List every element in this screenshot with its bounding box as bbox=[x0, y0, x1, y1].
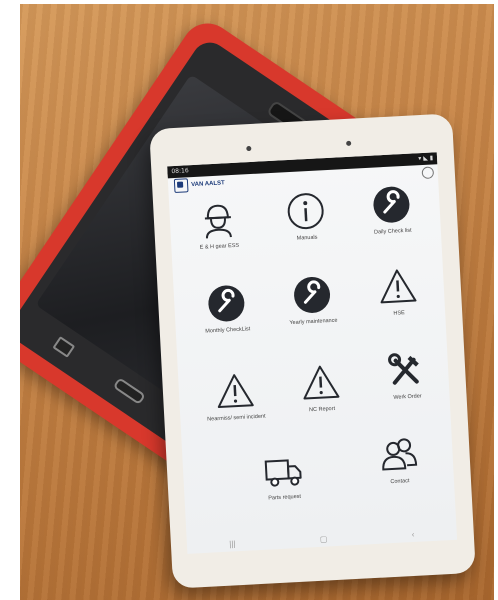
tile-werk-order[interactable]: Werk Order bbox=[365, 348, 449, 422]
wrench-icon bbox=[294, 276, 331, 313]
tile-nearmiss[interactable]: Nearmiss/ semi incident bbox=[194, 369, 278, 443]
tile-label: Yearly maintenance bbox=[289, 317, 338, 327]
tile-parts-request[interactable]: Parts request bbox=[242, 449, 326, 523]
tile-label: Contact bbox=[390, 478, 410, 486]
tile-label: NC Report bbox=[308, 405, 336, 414]
warning-icon bbox=[380, 269, 417, 304]
truck-icon bbox=[264, 459, 302, 487]
tile-manuals[interactable]: Manuals bbox=[265, 189, 349, 263]
back-button-icon[interactable]: ‹ bbox=[412, 529, 415, 538]
users-icon bbox=[382, 438, 418, 471]
tile-nc-report[interactable]: NC Report bbox=[280, 361, 364, 435]
recents-button-icon[interactable]: ||| bbox=[229, 539, 236, 548]
tile-contact[interactable]: Contact bbox=[358, 433, 442, 507]
wrench-icon bbox=[373, 186, 410, 223]
warning-icon bbox=[303, 365, 340, 400]
tile-label: Parts request bbox=[268, 493, 302, 502]
tile-label: HSE bbox=[393, 310, 405, 317]
android-nav-bar: ||| ▢ ‹ bbox=[187, 524, 457, 554]
front-camera bbox=[246, 145, 252, 152]
info-icon bbox=[287, 193, 324, 230]
tile-yearly-maintenance[interactable]: Yearly maintenance bbox=[271, 273, 355, 347]
company-logo-icon bbox=[173, 178, 189, 194]
light-sensor bbox=[346, 140, 352, 146]
status-icons: ▾ ◣ ▮ bbox=[418, 154, 434, 163]
brand-name: VAN AALST bbox=[190, 180, 225, 189]
back-tablet-home-button bbox=[112, 377, 146, 406]
tile-ehs-gear[interactable]: E & H gear ESS bbox=[177, 198, 261, 272]
tile-hse[interactable]: HSE bbox=[357, 264, 441, 338]
tile-label: Manuals bbox=[296, 234, 318, 242]
tablet-screen: 08:16 ▾ ◣ ▮ VAN AALST E & H gear ESS Man… bbox=[167, 152, 458, 554]
tile-label: Nearmiss/ semi incident bbox=[207, 413, 266, 423]
tile-label: E & H gear ESS bbox=[199, 242, 240, 251]
status-time: 08:16 bbox=[171, 167, 189, 176]
tile-monthly-checklist[interactable]: Monthly CheckList bbox=[185, 281, 269, 355]
photo-background: 08:16 ▾ ◣ ▮ VAN AALST E & H gear ESS Man… bbox=[20, 4, 494, 600]
tile-label: Monthly CheckList bbox=[205, 326, 251, 335]
tile-label: Werk Order bbox=[393, 393, 422, 401]
warning-icon bbox=[217, 374, 254, 408]
home-button-icon[interactable]: ▢ bbox=[320, 534, 328, 543]
tools-icon bbox=[388, 353, 419, 385]
wrench-icon bbox=[208, 285, 245, 322]
app-grid: E & H gear ESS Manuals Daily Check list … bbox=[169, 180, 456, 524]
back-tablet-button-left bbox=[52, 336, 76, 358]
tile-label: Daily Check list bbox=[373, 227, 412, 236]
front-tablet: 08:16 ▾ ◣ ▮ VAN AALST E & H gear ESS Man… bbox=[149, 113, 476, 589]
worker-helmet-icon bbox=[204, 204, 232, 239]
tile-daily-checklist[interactable]: Daily Check list bbox=[350, 183, 434, 257]
